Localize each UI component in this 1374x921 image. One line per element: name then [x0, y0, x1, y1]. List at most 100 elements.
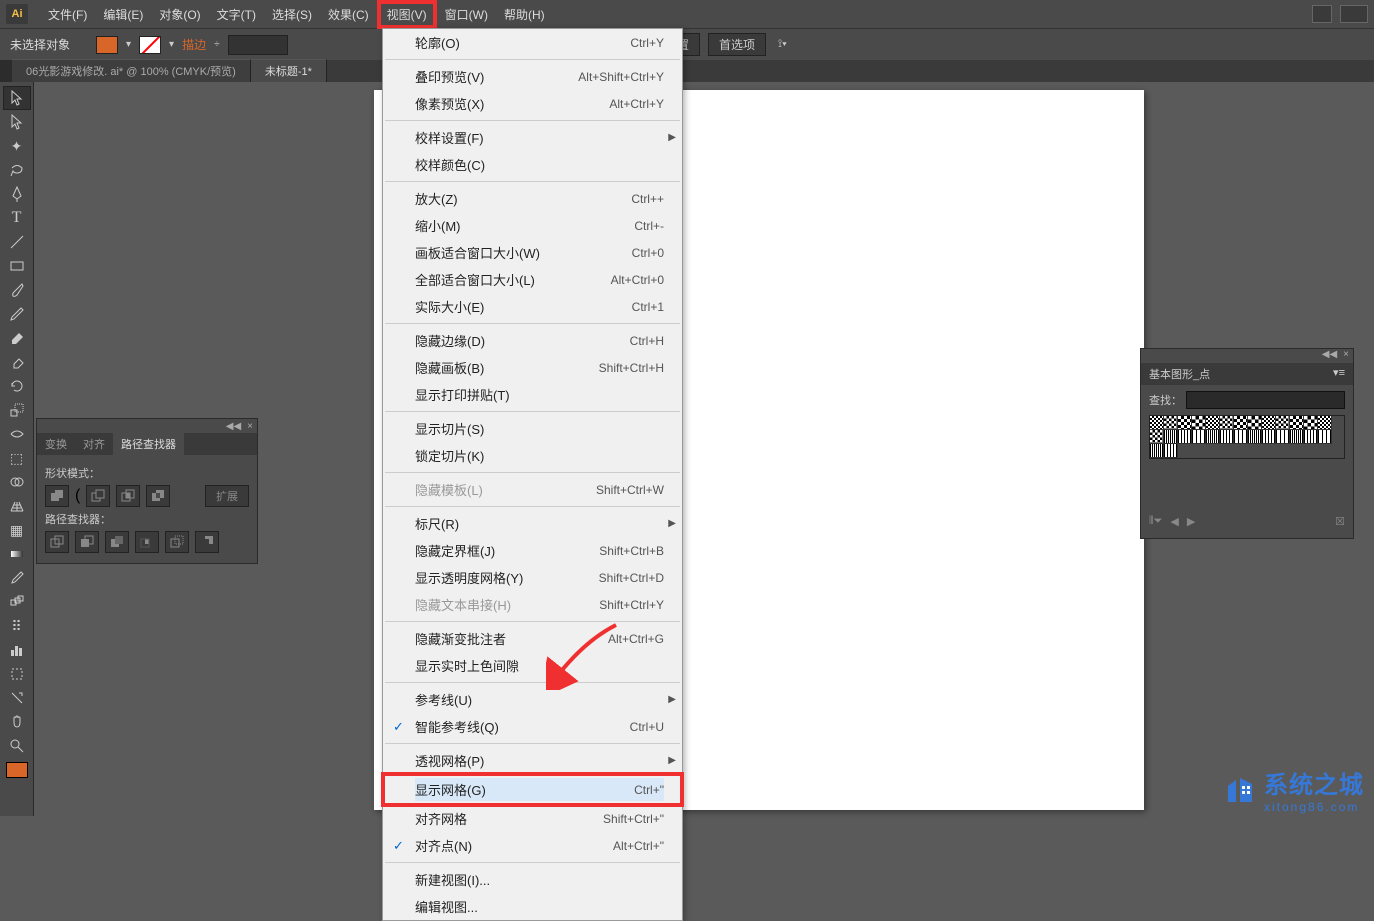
swatch-cell[interactable]: [1164, 430, 1178, 444]
menu-item-参考线(U)[interactable]: 参考线(U)▶: [383, 686, 682, 713]
swatch-cell[interactable]: [1304, 416, 1318, 430]
fill-stroke-swatch[interactable]: [6, 762, 28, 778]
swatch-cell[interactable]: [1206, 416, 1220, 430]
swatch-cell[interactable]: [1290, 416, 1304, 430]
scale-tool[interactable]: [3, 398, 31, 422]
paintbrush-tool[interactable]: [3, 278, 31, 302]
swatch-cell[interactable]: [1164, 416, 1178, 430]
symbol-sprayer-tool[interactable]: ⠿: [3, 614, 31, 638]
menu-对象(O)[interactable]: 对象(O): [151, 2, 208, 27]
swatch-cell[interactable]: [1276, 416, 1290, 430]
minus-back-button[interactable]: [195, 531, 219, 553]
menu-item-透视网格(P)[interactable]: 透视网格(P)▶: [383, 747, 682, 774]
stroke-weight-select[interactable]: [228, 35, 288, 55]
menu-item-隐藏画板(B)[interactable]: 隐藏画板(B)Shift+Ctrl+H: [383, 354, 682, 381]
menu-item-隐藏定界框(J)[interactable]: 隐藏定界框(J)Shift+Ctrl+B: [383, 537, 682, 564]
titlebar-button-1[interactable]: [1312, 5, 1332, 23]
menu-视图(V)[interactable]: 视图(V): [377, 0, 437, 29]
menu-item-智能参考线(Q)[interactable]: ✓智能参考线(Q)Ctrl+U: [383, 713, 682, 740]
swatch-cell[interactable]: [1220, 430, 1234, 444]
menu-item-校样颜色(C)[interactable]: 校样颜色(C): [383, 151, 682, 178]
unite-button[interactable]: [45, 485, 69, 507]
perspective-grid-tool[interactable]: [3, 494, 31, 518]
eyedropper-tool[interactable]: [3, 566, 31, 590]
width-tool[interactable]: [3, 422, 31, 446]
swatch-grid[interactable]: [1149, 415, 1345, 459]
swatch-cell[interactable]: [1178, 430, 1192, 444]
menu-item-全部适合窗口大小(L)[interactable]: 全部适合窗口大小(L)Alt+Ctrl+0: [383, 266, 682, 293]
menu-编辑(E)[interactable]: 编辑(E): [95, 2, 151, 27]
pathfinder-tab[interactable]: 对齐: [75, 433, 113, 455]
titlebar-button-2[interactable]: [1340, 5, 1368, 23]
menu-item-隐藏渐变批注者[interactable]: 隐藏渐变批注者Alt+Ctrl+G: [383, 625, 682, 652]
swatch-cell[interactable]: [1304, 430, 1318, 444]
swatch-cell[interactable]: [1276, 430, 1290, 444]
menu-帮助(H)[interactable]: 帮助(H): [496, 2, 553, 27]
divide-button[interactable]: [45, 531, 69, 553]
menu-item-画板适合窗口大小(W)[interactable]: 画板适合窗口大小(W)Ctrl+0: [383, 239, 682, 266]
rotate-tool[interactable]: [3, 374, 31, 398]
crop-button[interactable]: [135, 531, 159, 553]
swatch-cell[interactable]: [1220, 416, 1234, 430]
selection-tool[interactable]: [3, 86, 31, 110]
swatch-cell[interactable]: [1248, 430, 1262, 444]
panel-close-icon[interactable]: ×: [247, 421, 253, 432]
swatch-delete-icon[interactable]: ☒: [1335, 515, 1345, 528]
artboard-tool[interactable]: [3, 662, 31, 686]
pen-tool[interactable]: [3, 182, 31, 206]
zoom-tool[interactable]: [3, 734, 31, 758]
stroke-swatch-none[interactable]: [139, 36, 161, 54]
swatch-cell[interactable]: [1150, 416, 1164, 430]
swatch-cell[interactable]: [1150, 444, 1164, 458]
blob-brush-tool[interactable]: [3, 326, 31, 350]
menu-item-校样设置(F)[interactable]: 校样设置(F)▶: [383, 124, 682, 151]
menu-item-放大(Z)[interactable]: 放大(Z)Ctrl++: [383, 185, 682, 212]
menu-item-编辑视图...[interactable]: 编辑视图...: [383, 893, 682, 920]
menu-item-实际大小(E)[interactable]: 实际大小(E)Ctrl+1: [383, 293, 682, 320]
swatch-cell[interactable]: [1262, 430, 1276, 444]
document-tab[interactable]: 未标题-1*: [251, 59, 327, 82]
swatch-cell[interactable]: [1234, 416, 1248, 430]
preferences-button[interactable]: 首选项: [708, 33, 766, 56]
menu-item-像素预览(X)[interactable]: 像素预览(X)Alt+Ctrl+Y: [383, 90, 682, 117]
gradient-tool[interactable]: [3, 542, 31, 566]
eraser-tool[interactable]: [3, 350, 31, 374]
menu-item-显示透明度网格(Y)[interactable]: 显示透明度网格(Y)Shift+Ctrl+D: [383, 564, 682, 591]
swatch-cell[interactable]: [1318, 430, 1332, 444]
outline-button[interactable]: [165, 531, 189, 553]
expand-button[interactable]: 扩展: [205, 485, 249, 507]
swatch-cell[interactable]: [1150, 430, 1164, 444]
swatch-prev-icon[interactable]: ◀: [1170, 515, 1178, 528]
menu-item-轮廓(O)[interactable]: 轮廓(O)Ctrl+Y: [383, 29, 682, 56]
fill-swatch[interactable]: [96, 36, 118, 54]
menu-item-对齐网格[interactable]: 对齐网格Shift+Ctrl+": [383, 805, 682, 832]
rectangle-tool[interactable]: [3, 254, 31, 278]
menu-item-隐藏边缘(D)[interactable]: 隐藏边缘(D)Ctrl+H: [383, 327, 682, 354]
merge-button[interactable]: [105, 531, 129, 553]
panel-collapse-icon[interactable]: ◀◀: [1322, 349, 1337, 363]
direct-selection-tool[interactable]: [3, 110, 31, 134]
trim-button[interactable]: [75, 531, 99, 553]
swatch-cell[interactable]: [1192, 430, 1206, 444]
type-tool[interactable]: T: [3, 206, 31, 230]
menu-item-新建视图(I)...[interactable]: 新建视图(I)...: [383, 866, 682, 893]
blend-tool[interactable]: [3, 590, 31, 614]
intersect-button[interactable]: [116, 485, 140, 507]
menu-选择(S)[interactable]: 选择(S): [264, 2, 320, 27]
panel-close-icon[interactable]: ×: [1343, 349, 1349, 363]
menu-item-显示实时上色间隙[interactable]: 显示实时上色间隙: [383, 652, 682, 679]
menu-item-缩小(M)[interactable]: 缩小(M)Ctrl+-: [383, 212, 682, 239]
slice-tool[interactable]: [3, 686, 31, 710]
swatch-cell[interactable]: [1206, 430, 1220, 444]
menu-文件(F)[interactable]: 文件(F): [40, 2, 95, 27]
swatch-next-icon[interactable]: ▶: [1187, 515, 1195, 528]
menu-item-叠印预览(V)[interactable]: 叠印预览(V)Alt+Shift+Ctrl+Y: [383, 63, 682, 90]
pathfinder-tab[interactable]: 变换: [37, 433, 75, 455]
pencil-tool[interactable]: [3, 302, 31, 326]
find-swatch-input[interactable]: [1186, 391, 1345, 409]
swatch-cell[interactable]: [1164, 444, 1178, 458]
menu-item-显示打印拼贴(T)[interactable]: 显示打印拼贴(T): [383, 381, 682, 408]
swatch-libraries-icon[interactable]: ⫴⏷: [1149, 515, 1162, 528]
menu-item-显示网格(G)[interactable]: 显示网格(G)Ctrl+": [415, 778, 664, 801]
magic-wand-tool[interactable]: ✦: [3, 134, 31, 158]
